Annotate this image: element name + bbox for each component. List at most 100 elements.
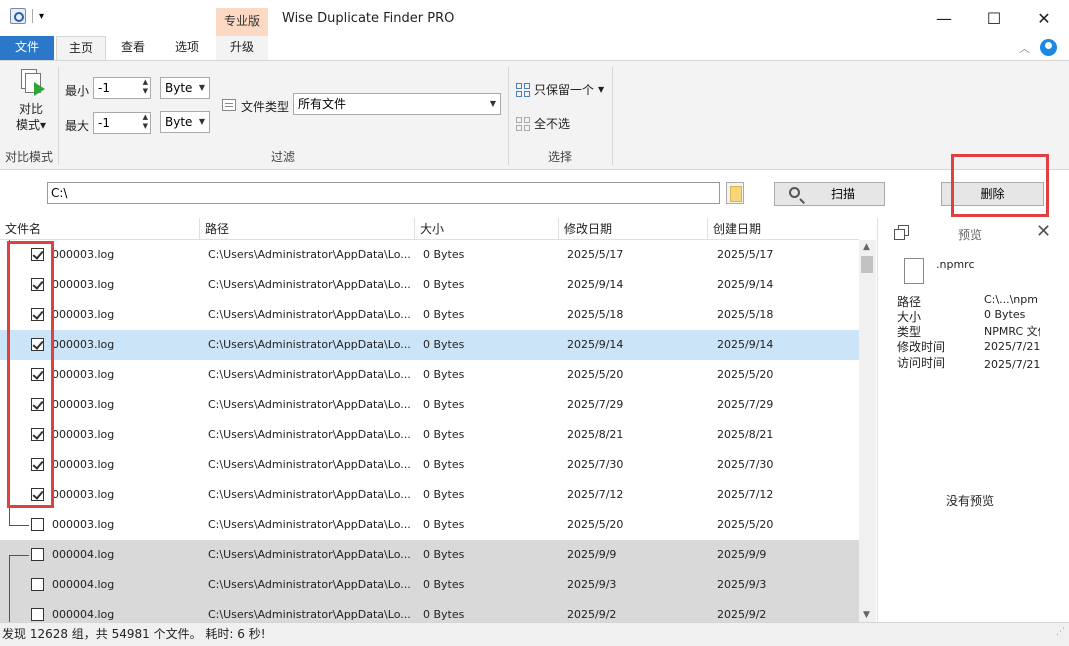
row-checkbox[interactable] <box>31 248 44 261</box>
scan-path-input[interactable]: C:\ <box>47 182 720 204</box>
cell-modified: 2025/9/9 <box>567 548 617 561</box>
scroll-up-icon[interactable]: ▲ <box>863 242 870 252</box>
cell-name: 000003.log <box>52 308 115 321</box>
table-header: 文件名 路径 大小 修改日期 创建日期 <box>0 218 859 240</box>
table-row[interactable]: 000003.log C:\Users\Administrator\AppData… <box>0 300 859 330</box>
table-row[interactable]: 000003.log C:\Users\Administrator\AppData… <box>0 240 859 270</box>
row-checkbox[interactable] <box>31 578 44 591</box>
table-row[interactable]: 000004.log C:\Users\Administrator\AppData… <box>0 540 859 570</box>
table-scrollbar[interactable]: ▲ ▼ <box>859 240 876 622</box>
spinner-arrows-icon[interactable]: ▲ ▼ <box>143 113 148 131</box>
copy-icon[interactable] <box>894 225 910 241</box>
table-row[interactable]: 000003.log C:\Users\Administrator\AppData… <box>0 390 859 420</box>
tab-view[interactable]: 查看 <box>110 36 156 60</box>
tab-file[interactable]: 文件 <box>0 36 54 60</box>
compare-mode-label-1: 对比 <box>18 102 43 116</box>
row-checkbox[interactable] <box>31 458 44 471</box>
cell-size: 0 Bytes <box>423 308 465 321</box>
spinner-arrows-icon[interactable]: ▲ ▼ <box>143 78 148 96</box>
tab-home[interactable]: 主页 <box>56 36 106 60</box>
row-checkbox[interactable] <box>31 608 44 621</box>
cell-modified: 2025/7/29 <box>567 398 624 411</box>
table-row[interactable]: 000003.log C:\Users\Administrator\AppData… <box>0 420 859 450</box>
file-type-select[interactable]: 所有文件 ▼ <box>293 93 501 115</box>
close-button[interactable]: ✕ <box>1019 0 1069 36</box>
file-type-icon <box>222 99 236 111</box>
collapse-ribbon-icon[interactable]: ︿ <box>1019 40 1030 56</box>
deselect-all-button[interactable]: 全不选 <box>516 115 570 132</box>
column-header-size[interactable]: 大小 <box>415 218 559 240</box>
row-checkbox[interactable] <box>31 278 44 291</box>
file-icon <box>904 258 924 284</box>
cell-created: 2025/5/20 <box>717 368 774 381</box>
qat-dropdown-icon[interactable]: ▾ <box>39 11 44 22</box>
delete-button[interactable]: 删除 <box>941 182 1044 206</box>
scan-label: 扫描 <box>831 187 856 201</box>
compare-mode-button[interactable]: 对比 模式▾ <box>8 67 54 133</box>
table-row[interactable]: 000003.log C:\Users\Administrator\AppData… <box>0 450 859 480</box>
keep-one-icon <box>516 82 530 97</box>
row-checkbox[interactable] <box>31 488 44 501</box>
row-checkbox[interactable] <box>31 398 44 411</box>
cell-name: 000003.log <box>52 368 115 381</box>
row-checkbox[interactable] <box>31 428 44 441</box>
close-preview-icon[interactable]: ✕ <box>1036 221 1051 242</box>
compare-mode-label-2: 模式▾ <box>15 118 47 132</box>
user-account-icon[interactable] <box>1040 39 1057 56</box>
cell-name: 000004.log <box>52 578 115 591</box>
table-row[interactable]: 000003.log C:\Users\Administrator\AppData… <box>0 480 859 510</box>
cell-created: 2025/9/14 <box>717 338 774 351</box>
scroll-down-icon[interactable]: ▼ <box>863 610 870 620</box>
preview-title: 预览 <box>958 228 983 242</box>
tree-line <box>9 240 10 525</box>
cell-modified: 2025/5/17 <box>567 248 624 261</box>
column-header-name[interactable]: 文件名 <box>0 218 200 240</box>
window-title: Wise Duplicate Finder PRO <box>282 11 455 26</box>
max-size-spinner[interactable]: -1 ▲ ▼ <box>93 112 151 134</box>
row-checkbox[interactable] <box>31 308 44 321</box>
max-size-unit-select[interactable]: Byte ▼ <box>160 111 210 133</box>
deselect-all-label: 全不选 <box>534 117 571 131</box>
cell-name: 000003.log <box>52 248 115 261</box>
cell-modified: 2025/7/12 <box>567 488 624 501</box>
resize-grip-icon[interactable]: ⋰ <box>1056 621 1065 643</box>
table-row[interactable]: 000004.log C:\Users\Administrator\AppData… <box>0 570 859 600</box>
tab-options[interactable]: 选项 <box>162 36 212 60</box>
cell-modified: 2025/7/30 <box>567 458 624 471</box>
table-row[interactable]: 000003.log C:\Users\Administrator\AppData… <box>0 330 859 360</box>
column-header-created[interactable]: 创建日期 <box>708 218 859 240</box>
compare-mode-group-label: 对比模式 <box>4 150 53 164</box>
scan-button[interactable]: 扫描 <box>774 182 885 206</box>
cell-name: 000004.log <box>52 548 115 561</box>
keep-one-button[interactable]: 只保留一个 ▼ <box>516 81 604 98</box>
cell-created: 2025/9/9 <box>717 548 767 561</box>
row-checkbox[interactable] <box>31 338 44 351</box>
table-row[interactable]: 000003.log C:\Users\Administrator\AppData… <box>0 360 859 390</box>
cell-path: C:\Users\Administrator\AppData\Lo... <box>208 488 411 501</box>
browse-folder-button[interactable] <box>726 182 744 204</box>
row-checkbox[interactable] <box>31 548 44 561</box>
scroll-thumb[interactable] <box>861 256 873 273</box>
cell-name: 000003.log <box>52 278 115 291</box>
minimize-button[interactable]: — <box>919 0 969 36</box>
table-row[interactable]: 000003.log C:\Users\Administrator\AppData… <box>0 510 859 540</box>
app-icon[interactable] <box>10 8 26 24</box>
min-size-unit-select[interactable]: Byte ▼ <box>160 77 210 99</box>
column-header-path[interactable]: 路径 <box>200 218 415 240</box>
cell-size: 0 Bytes <box>423 398 465 411</box>
row-checkbox[interactable] <box>31 368 44 381</box>
preview-file-name: .npmrc <box>936 258 975 271</box>
row-checkbox[interactable] <box>31 518 44 531</box>
tab-upgrade[interactable]: 升级 <box>216 36 268 60</box>
min-size-spinner[interactable]: -1 ▲ ▼ <box>93 77 151 99</box>
cell-name: 000003.log <box>52 428 115 441</box>
table-row[interactable]: 000003.log C:\Users\Administrator\AppData… <box>0 270 859 300</box>
column-header-modified[interactable]: 修改日期 <box>559 218 708 240</box>
min-size-label: 最小 <box>65 84 90 98</box>
cell-path: C:\Users\Administrator\AppData\Lo... <box>208 278 411 291</box>
chevron-down-icon: ▼ <box>198 117 205 126</box>
cell-path: C:\Users\Administrator\AppData\Lo... <box>208 308 411 321</box>
table-row[interactable]: 000004.log C:\Users\Administrator\AppData… <box>0 600 859 622</box>
maximize-button[interactable]: ☐ <box>969 0 1019 36</box>
title-bar: ▾ 专业版 Wise Duplicate Finder PRO — ☐ ✕ <box>0 0 1069 36</box>
